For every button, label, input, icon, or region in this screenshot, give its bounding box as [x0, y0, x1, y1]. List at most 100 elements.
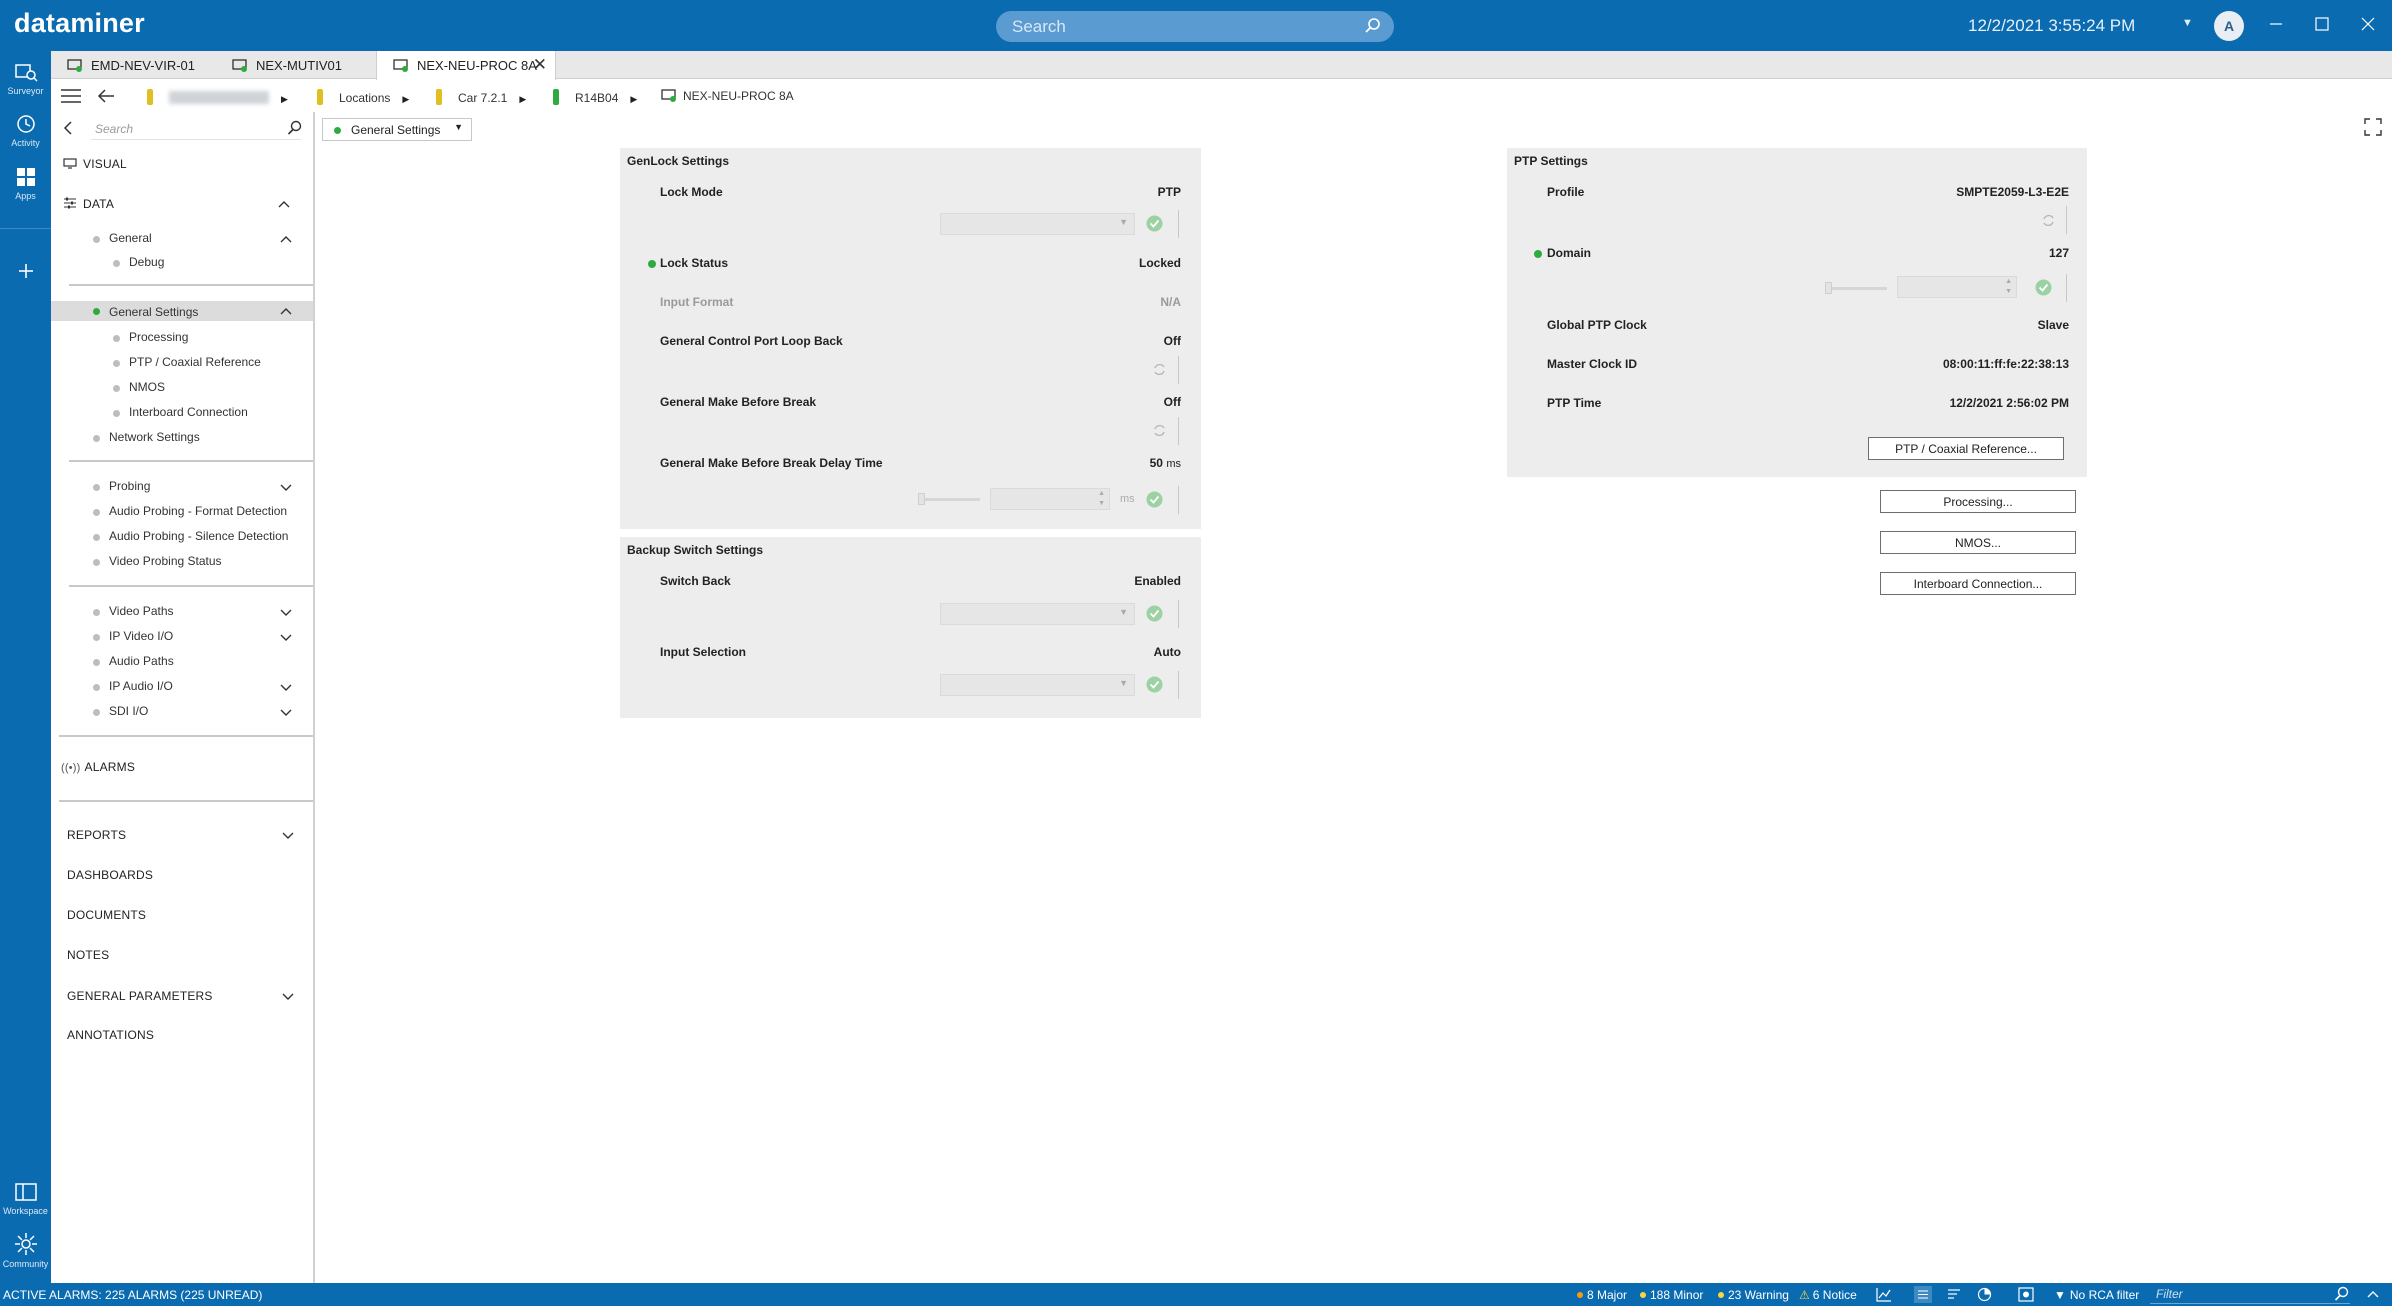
- nav-item-nmos[interactable]: NMOS: [51, 380, 313, 396]
- nav-visual[interactable]: VISUAL: [63, 157, 309, 171]
- chevron-down-icon[interactable]: [279, 605, 293, 619]
- nav-item-sdi[interactable]: SDI I/O: [51, 704, 313, 720]
- tab-emd-nev-vir-01[interactable]: EMD-NEV-VIR-01: [51, 51, 216, 79]
- collapse-back-icon[interactable]: [61, 120, 77, 136]
- domain-input[interactable]: ▲ ▼: [1897, 276, 2017, 298]
- processing-button[interactable]: Processing...: [1880, 490, 2076, 513]
- confirm-check-icon[interactable]: [1146, 491, 1163, 508]
- domain-slider[interactable]: [1827, 287, 1887, 290]
- chevron-down-icon[interactable]: [281, 828, 295, 842]
- active-alarms-summary[interactable]: ACTIVE ALARMS: 225 ALARMS (225 UNREAD): [3, 1288, 262, 1302]
- nav-data[interactable]: DATA: [63, 197, 309, 211]
- slider-knob[interactable]: [918, 493, 925, 505]
- toggle-refresh-icon[interactable]: [1152, 423, 1167, 438]
- nmos-button[interactable]: NMOS...: [1880, 531, 2076, 554]
- interboard-connection-button[interactable]: Interboard Connection...: [1880, 572, 2076, 595]
- hamburger-menu-icon[interactable]: [61, 89, 81, 103]
- tab-nex-neu-proc-8a[interactable]: NEX-NEU-PROC 8A ✕: [376, 51, 556, 80]
- confirm-check-icon[interactable]: [1146, 215, 1163, 232]
- notice-alarms-count[interactable]: ⚠ 6 Notice: [1799, 1288, 1857, 1302]
- minor-alarms-count[interactable]: 188 Minor: [1640, 1288, 1703, 1302]
- alarm-filter-input[interactable]: Filter: [2150, 1285, 2350, 1304]
- rail-community[interactable]: Community: [0, 1232, 51, 1269]
- ptp-coaxial-reference-button[interactable]: PTP / Coaxial Reference...: [1868, 437, 2064, 460]
- focus-icon[interactable]: [2018, 1287, 2034, 1302]
- minimize-icon[interactable]: [2266, 14, 2286, 34]
- rail-workspace[interactable]: Workspace: [0, 1181, 51, 1216]
- nav-general-parameters[interactable]: GENERAL PARAMETERS: [67, 989, 313, 1003]
- nav-item-network-settings[interactable]: Network Settings: [51, 430, 313, 446]
- spin-arrows-icon[interactable]: ▲ ▼: [1098, 489, 1105, 509]
- chevron-up-icon[interactable]: [277, 197, 291, 211]
- pie-chart-icon[interactable]: [1977, 1287, 1992, 1302]
- breadcrumb-rack[interactable]: R14B04 ▶: [553, 89, 637, 105]
- nav-item-processing[interactable]: Processing: [51, 330, 313, 346]
- rail-add[interactable]: [0, 261, 51, 284]
- nav-item-general[interactable]: General: [51, 231, 313, 247]
- breadcrumb-root[interactable]: ▶: [147, 89, 288, 105]
- lock-mode-select[interactable]: ▼: [940, 213, 1135, 235]
- rail-apps[interactable]: Apps: [0, 166, 51, 201]
- switch-back-select[interactable]: ▼: [940, 603, 1135, 625]
- input-selection-select[interactable]: ▼: [940, 674, 1135, 696]
- chart-icon[interactable]: [1876, 1287, 1892, 1302]
- maximize-icon[interactable]: [2312, 14, 2332, 34]
- breadcrumb-element[interactable]: NEX-NEU-PROC 8A: [661, 89, 794, 103]
- nav-item-video-probing[interactable]: Video Probing Status: [51, 554, 313, 570]
- chevron-down-icon[interactable]: [279, 480, 293, 494]
- nav-item-interboard[interactable]: Interboard Connection: [51, 405, 313, 421]
- slider-knob[interactable]: [1825, 282, 1832, 294]
- chevron-down-icon[interactable]: [279, 680, 293, 694]
- nav-item-ptp-coaxial[interactable]: PTP / Coaxial Reference: [51, 355, 313, 371]
- chevron-down-icon[interactable]: [279, 705, 293, 719]
- close-tab-icon[interactable]: ✕: [533, 55, 547, 75]
- toggle-refresh-icon[interactable]: [1152, 362, 1167, 377]
- rail-surveyor[interactable]: Surveyor: [0, 61, 51, 96]
- clock-dropdown-icon[interactable]: ▼: [2182, 17, 2193, 29]
- nav-reports[interactable]: REPORTS: [67, 828, 313, 842]
- user-avatar[interactable]: A: [2214, 11, 2244, 41]
- nav-item-audio-paths[interactable]: Audio Paths: [51, 654, 313, 670]
- nav-item-debug[interactable]: Debug: [51, 255, 313, 271]
- nav-item-audio-format[interactable]: Audio Probing - Format Detection: [51, 504, 313, 520]
- nav-dashboards[interactable]: DASHBOARDS: [67, 868, 313, 882]
- list-view-icon[interactable]: [1914, 1286, 1932, 1303]
- warning-alarms-count[interactable]: 23 Warning: [1718, 1288, 1789, 1302]
- nav-item-video-paths[interactable]: Video Paths: [51, 604, 313, 620]
- back-arrow-icon[interactable]: [97, 88, 115, 104]
- chevron-up-icon[interactable]: [2366, 1288, 2380, 1300]
- nav-notes[interactable]: NOTES: [67, 948, 313, 962]
- major-alarms-count[interactable]: 8 Major: [1577, 1288, 1627, 1302]
- close-window-icon[interactable]: [2358, 14, 2378, 34]
- rail-activity[interactable]: Activity: [0, 113, 51, 148]
- chevron-down-icon[interactable]: [281, 989, 295, 1003]
- breadcrumb-locations[interactable]: Locations ▶: [317, 89, 409, 105]
- nav-alarms[interactable]: ((•)) ALARMS: [61, 760, 307, 774]
- confirm-check-icon[interactable]: [1146, 676, 1163, 693]
- side-search-input[interactable]: Search: [91, 118, 301, 140]
- nav-annotations[interactable]: ANNOTATIONS: [67, 1028, 313, 1042]
- breadcrumb-car[interactable]: Car 7.2.1 ▶: [436, 89, 526, 105]
- fullscreen-icon[interactable]: [2364, 118, 2382, 136]
- page-selector-dropdown[interactable]: General Settings ▼: [322, 118, 472, 141]
- chevron-down-icon[interactable]: [279, 630, 293, 644]
- nav-item-ip-video[interactable]: IP Video I/O: [51, 629, 313, 645]
- mbb-delay-input[interactable]: ▲ ▼: [990, 488, 1110, 510]
- nav-documents[interactable]: DOCUMENTS: [67, 908, 313, 922]
- spin-arrows-icon[interactable]: ▲ ▼: [2005, 277, 2012, 297]
- search-icon[interactable]: [287, 120, 303, 136]
- rca-filter[interactable]: ▼ No RCA filter: [2054, 1288, 2139, 1302]
- nav-item-general-settings[interactable]: General Settings: [51, 301, 313, 321]
- nav-item-ip-audio[interactable]: IP Audio I/O: [51, 679, 313, 695]
- confirm-check-icon[interactable]: [1146, 605, 1163, 622]
- refresh-icon[interactable]: [2041, 213, 2056, 228]
- search-icon[interactable]: [2334, 1286, 2350, 1302]
- tab-nex-mutiv01[interactable]: NEX-MUTIV01: [216, 51, 376, 79]
- global-search-input[interactable]: Search: [996, 11, 1394, 42]
- nav-item-probing[interactable]: Probing: [51, 479, 313, 495]
- chevron-up-icon[interactable]: [279, 232, 293, 246]
- sort-icon[interactable]: [1946, 1287, 1962, 1302]
- chevron-up-icon[interactable]: [279, 304, 293, 318]
- confirm-check-icon[interactable]: [2035, 279, 2052, 296]
- mbb-delay-slider[interactable]: [920, 498, 980, 501]
